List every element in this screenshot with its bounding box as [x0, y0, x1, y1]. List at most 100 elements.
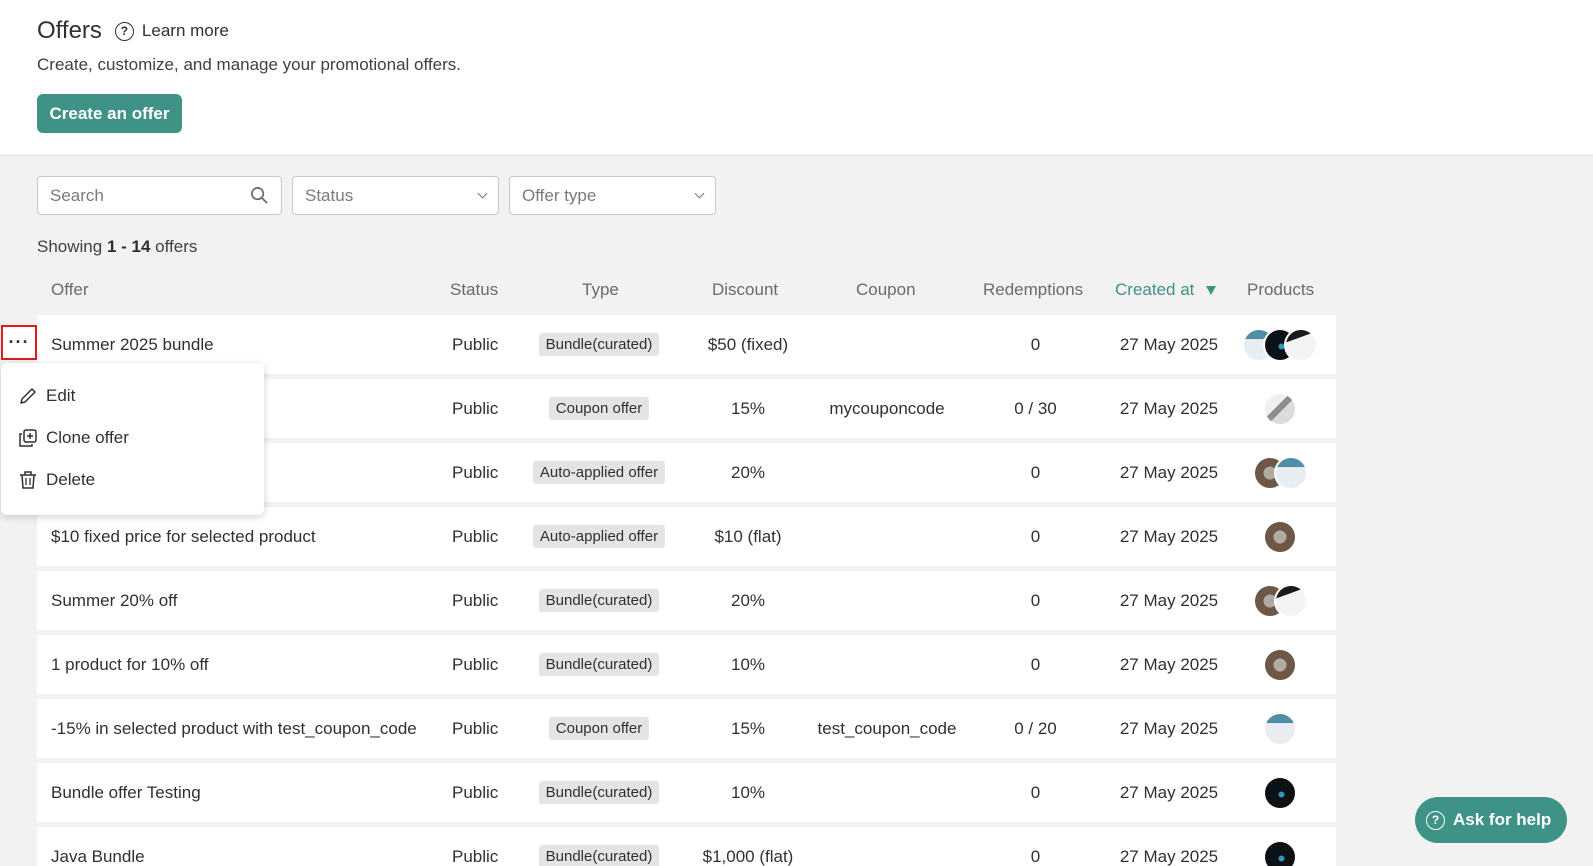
- type-cell: Bundle(curated): [527, 635, 671, 694]
- results-prefix: Showing: [37, 237, 107, 256]
- type-badge: Bundle(curated): [538, 589, 660, 612]
- menu-item-clone-label: Clone offer: [46, 428, 129, 447]
- menu-item-delete[interactable]: Delete: [1, 459, 264, 501]
- status-cell: Public: [452, 718, 499, 738]
- products-cell: [1237, 443, 1323, 502]
- products-cell: [1237, 507, 1323, 566]
- type-cell: Bundle(curated): [527, 315, 671, 374]
- learn-more-link[interactable]: ? Learn more: [114, 21, 229, 41]
- offer-cell: -15% in selected product with test_coupo…: [51, 718, 417, 738]
- table-row[interactable]: $10 fixed price for selected product Publ…: [37, 507, 1336, 566]
- type-cell: Auto-applied offer: [527, 443, 671, 502]
- column-header-offer[interactable]: Offer: [51, 280, 88, 300]
- coupon-cell: test_coupon_code: [817, 718, 957, 738]
- menu-item-edit[interactable]: Edit: [1, 375, 264, 417]
- results-count: Showing 1 - 14 offers: [37, 237, 197, 257]
- column-header-created-at[interactable]: Created at: [1115, 280, 1217, 300]
- product-thumbnail[interactable]: [1273, 455, 1308, 490]
- type-cell: Auto-applied offer: [527, 507, 671, 566]
- type-badge: Coupon offer: [548, 397, 650, 420]
- column-header-discount[interactable]: Discount: [712, 280, 778, 300]
- redemptions-cell: 0: [1030, 334, 1041, 354]
- table-row[interactable]: Bundle offer Testing Public Bundle(curated…: [37, 763, 1336, 822]
- product-thumbnails: [1242, 327, 1318, 362]
- product-thumbnail[interactable]: [1263, 391, 1297, 426]
- pencil-icon: [20, 388, 36, 404]
- redemptions-cell: 0: [1030, 590, 1041, 610]
- product-thumbnails: [1263, 391, 1297, 426]
- offer-type-select[interactable]: Offer type: [509, 176, 716, 215]
- product-thumbnails: [1252, 583, 1308, 618]
- create-offer-button[interactable]: Create an offer: [37, 94, 182, 133]
- column-header-redemptions[interactable]: Redemptions: [983, 280, 1083, 300]
- chevron-down-icon: [477, 188, 488, 199]
- search-icon: [251, 187, 268, 204]
- sort-descending-icon: [1206, 285, 1217, 295]
- ask-for-help-button[interactable]: ? Ask for help: [1415, 797, 1567, 843]
- menu-item-delete-label: Delete: [46, 470, 96, 489]
- product-thumbnails: [1263, 519, 1297, 554]
- created-at-cell: 27 May 2025: [1119, 846, 1219, 866]
- status-cell: Public: [452, 782, 499, 802]
- type-badge: Auto-applied offer: [532, 461, 666, 484]
- table-row[interactable]: Summer 20% off Public Bundle(curated) 20% 0 2…: [37, 571, 1336, 630]
- page-subtitle: Create, customize, and manage your promo…: [37, 55, 461, 74]
- help-circle-icon: ?: [114, 21, 134, 41]
- table-row[interactable]: -15% in selected product with test_coupo…: [37, 699, 1336, 758]
- redemptions-cell: 0: [1030, 462, 1041, 482]
- offer-type-select-label: Offer type: [522, 185, 597, 205]
- page-header: Offers ? Learn more Create, customize, a…: [0, 0, 1593, 156]
- product-thumbnail[interactable]: [1263, 775, 1297, 810]
- row-actions-button[interactable]: ···: [1, 325, 37, 360]
- results-suffix: offers: [150, 237, 198, 256]
- type-badge: Bundle(curated): [538, 333, 660, 356]
- results-range: 1 - 14: [106, 237, 151, 256]
- coupon-cell: [812, 571, 962, 630]
- column-header-coupon[interactable]: Coupon: [856, 280, 916, 300]
- type-cell: Bundle(curated): [527, 763, 671, 822]
- created-at-cell: 27 May 2025: [1119, 718, 1219, 738]
- duplicate-icon: [19, 429, 37, 447]
- column-header-status[interactable]: Status: [450, 280, 498, 300]
- created-at-cell: 27 May 2025: [1119, 654, 1219, 674]
- row-actions-menu: Edit Clone offer Delete: [1, 363, 264, 515]
- page-title: Offers: [37, 17, 102, 44]
- table-row[interactable]: Java Bundle Public Bundle(curated) $1,000 (…: [37, 827, 1336, 866]
- created-at-cell: 27 May 2025: [1119, 462, 1219, 482]
- product-thumbnails: [1263, 839, 1297, 866]
- learn-more-label: Learn more: [141, 21, 229, 40]
- table-row[interactable]: 1 product for 10% off Public Bundle(curate…: [37, 635, 1336, 694]
- product-thumbnail[interactable]: [1263, 711, 1297, 746]
- status-cell: Public: [452, 846, 499, 866]
- trash-icon: [20, 471, 36, 489]
- created-at-cell: 27 May 2025: [1119, 398, 1219, 418]
- products-cell: [1237, 635, 1323, 694]
- status-select-label: Status: [305, 185, 354, 205]
- product-thumbnails: [1263, 647, 1297, 682]
- product-thumbnail[interactable]: [1273, 583, 1308, 618]
- products-cell: [1237, 827, 1323, 866]
- type-cell: Coupon offer: [527, 699, 671, 758]
- status-select[interactable]: Status: [292, 176, 499, 215]
- product-thumbnail[interactable]: [1263, 647, 1297, 682]
- column-header-type[interactable]: Type: [582, 280, 619, 300]
- redemptions-cell: 0: [1030, 782, 1041, 802]
- product-thumbnail[interactable]: [1263, 839, 1297, 866]
- search-input[interactable]: Search: [37, 176, 282, 215]
- created-at-cell: 27 May 2025: [1119, 782, 1219, 802]
- type-badge: Bundle(curated): [538, 653, 660, 676]
- created-at-label: Created at: [1115, 280, 1195, 299]
- coupon-cell: [812, 315, 962, 374]
- ask-for-help-label: Ask for help: [1453, 810, 1552, 829]
- menu-item-clone[interactable]: Clone offer: [1, 417, 264, 459]
- products-cell: [1237, 315, 1323, 374]
- type-cell: Coupon offer: [527, 379, 671, 438]
- created-at-cell: 27 May 2025: [1119, 334, 1219, 354]
- search-placeholder: Search: [50, 185, 104, 205]
- status-cell: Public: [452, 398, 499, 418]
- column-header-products[interactable]: Products: [1247, 280, 1314, 300]
- product-thumbnail[interactable]: [1263, 519, 1297, 554]
- discount-cell: 10%: [730, 654, 766, 674]
- product-thumbnail[interactable]: [1284, 327, 1318, 362]
- discount-cell: $10 (flat): [714, 526, 782, 546]
